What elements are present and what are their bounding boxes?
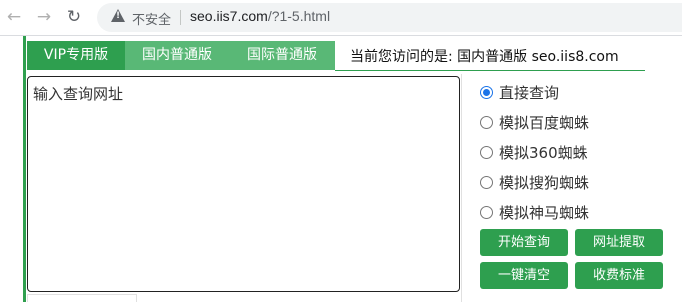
omnibox-separator bbox=[180, 10, 181, 25]
option-label: 模拟神马蜘蛛 bbox=[499, 203, 590, 222]
radio-sogou-spider[interactable] bbox=[480, 175, 493, 189]
url-text[interactable]: seo.iis7.com/?1-5.html bbox=[190, 8, 330, 24]
option-label: 直接查询 bbox=[499, 83, 560, 102]
reload-icon[interactable]: ↻ bbox=[62, 6, 86, 28]
options-panel: 直接查询 模拟百度蜘蛛 模拟360蜘蛛 模拟搜狗蜘蛛 模拟神马蜘蛛 开始查询 网… bbox=[461, 76, 682, 294]
tab-vip[interactable]: VIP专用版 bbox=[27, 41, 125, 70]
current-version-notice: 当前您访问的是: 国内普通版 seo.iis8.com bbox=[350, 49, 619, 65]
option-label: 模拟百度蜘蛛 bbox=[499, 113, 590, 132]
notice-underline bbox=[335, 70, 645, 71]
forward-icon[interactable]: → bbox=[32, 6, 56, 28]
option-label: 模拟搜狗蜘蛛 bbox=[499, 173, 590, 192]
pricing-button[interactable]: 收费标准 bbox=[575, 262, 663, 289]
address-bar[interactable]: 不安全 seo.iis7.com/?1-5.html bbox=[97, 3, 682, 32]
clear-all-button[interactable]: 一键清空 bbox=[480, 262, 568, 289]
radio-direct[interactable] bbox=[480, 85, 493, 99]
option-baidu-spider[interactable]: 模拟百度蜘蛛 bbox=[480, 110, 589, 134]
option-shenma-spider[interactable]: 模拟神马蜘蛛 bbox=[480, 200, 589, 224]
url-host: seo.iis7.com bbox=[190, 8, 268, 24]
radio-shenma-spider[interactable] bbox=[480, 205, 493, 219]
option-sogou-spider[interactable]: 模拟搜狗蜘蛛 bbox=[480, 170, 589, 194]
tab-domestic[interactable]: 国内普通版 bbox=[125, 41, 229, 70]
back-icon[interactable]: ← bbox=[2, 6, 26, 28]
url-input[interactable] bbox=[27, 76, 460, 292]
warning-icon[interactable] bbox=[111, 9, 125, 22]
page-content: VIP专用版 国内普通版 国际普通版 当前您访问的是: 国内普通版 seo.ii… bbox=[0, 35, 682, 302]
radio-baidu-spider[interactable] bbox=[480, 115, 493, 129]
option-360-spider[interactable]: 模拟360蜘蛛 bbox=[480, 140, 588, 164]
option-direct[interactable]: 直接查询 bbox=[480, 80, 559, 104]
tab-international[interactable]: 国际普通版 bbox=[229, 41, 335, 70]
url-path: /?1-5.html bbox=[267, 8, 331, 24]
start-query-button[interactable]: 开始查询 bbox=[480, 229, 568, 256]
radio-360-spider[interactable] bbox=[480, 145, 493, 159]
security-label[interactable]: 不安全 bbox=[132, 9, 171, 28]
browser-toolbar: ← → ↻ 不安全 seo.iis7.com/?1-5.html bbox=[0, 0, 682, 35]
option-label: 模拟360蜘蛛 bbox=[499, 143, 588, 162]
extract-url-button[interactable]: 网址提取 bbox=[575, 229, 663, 256]
